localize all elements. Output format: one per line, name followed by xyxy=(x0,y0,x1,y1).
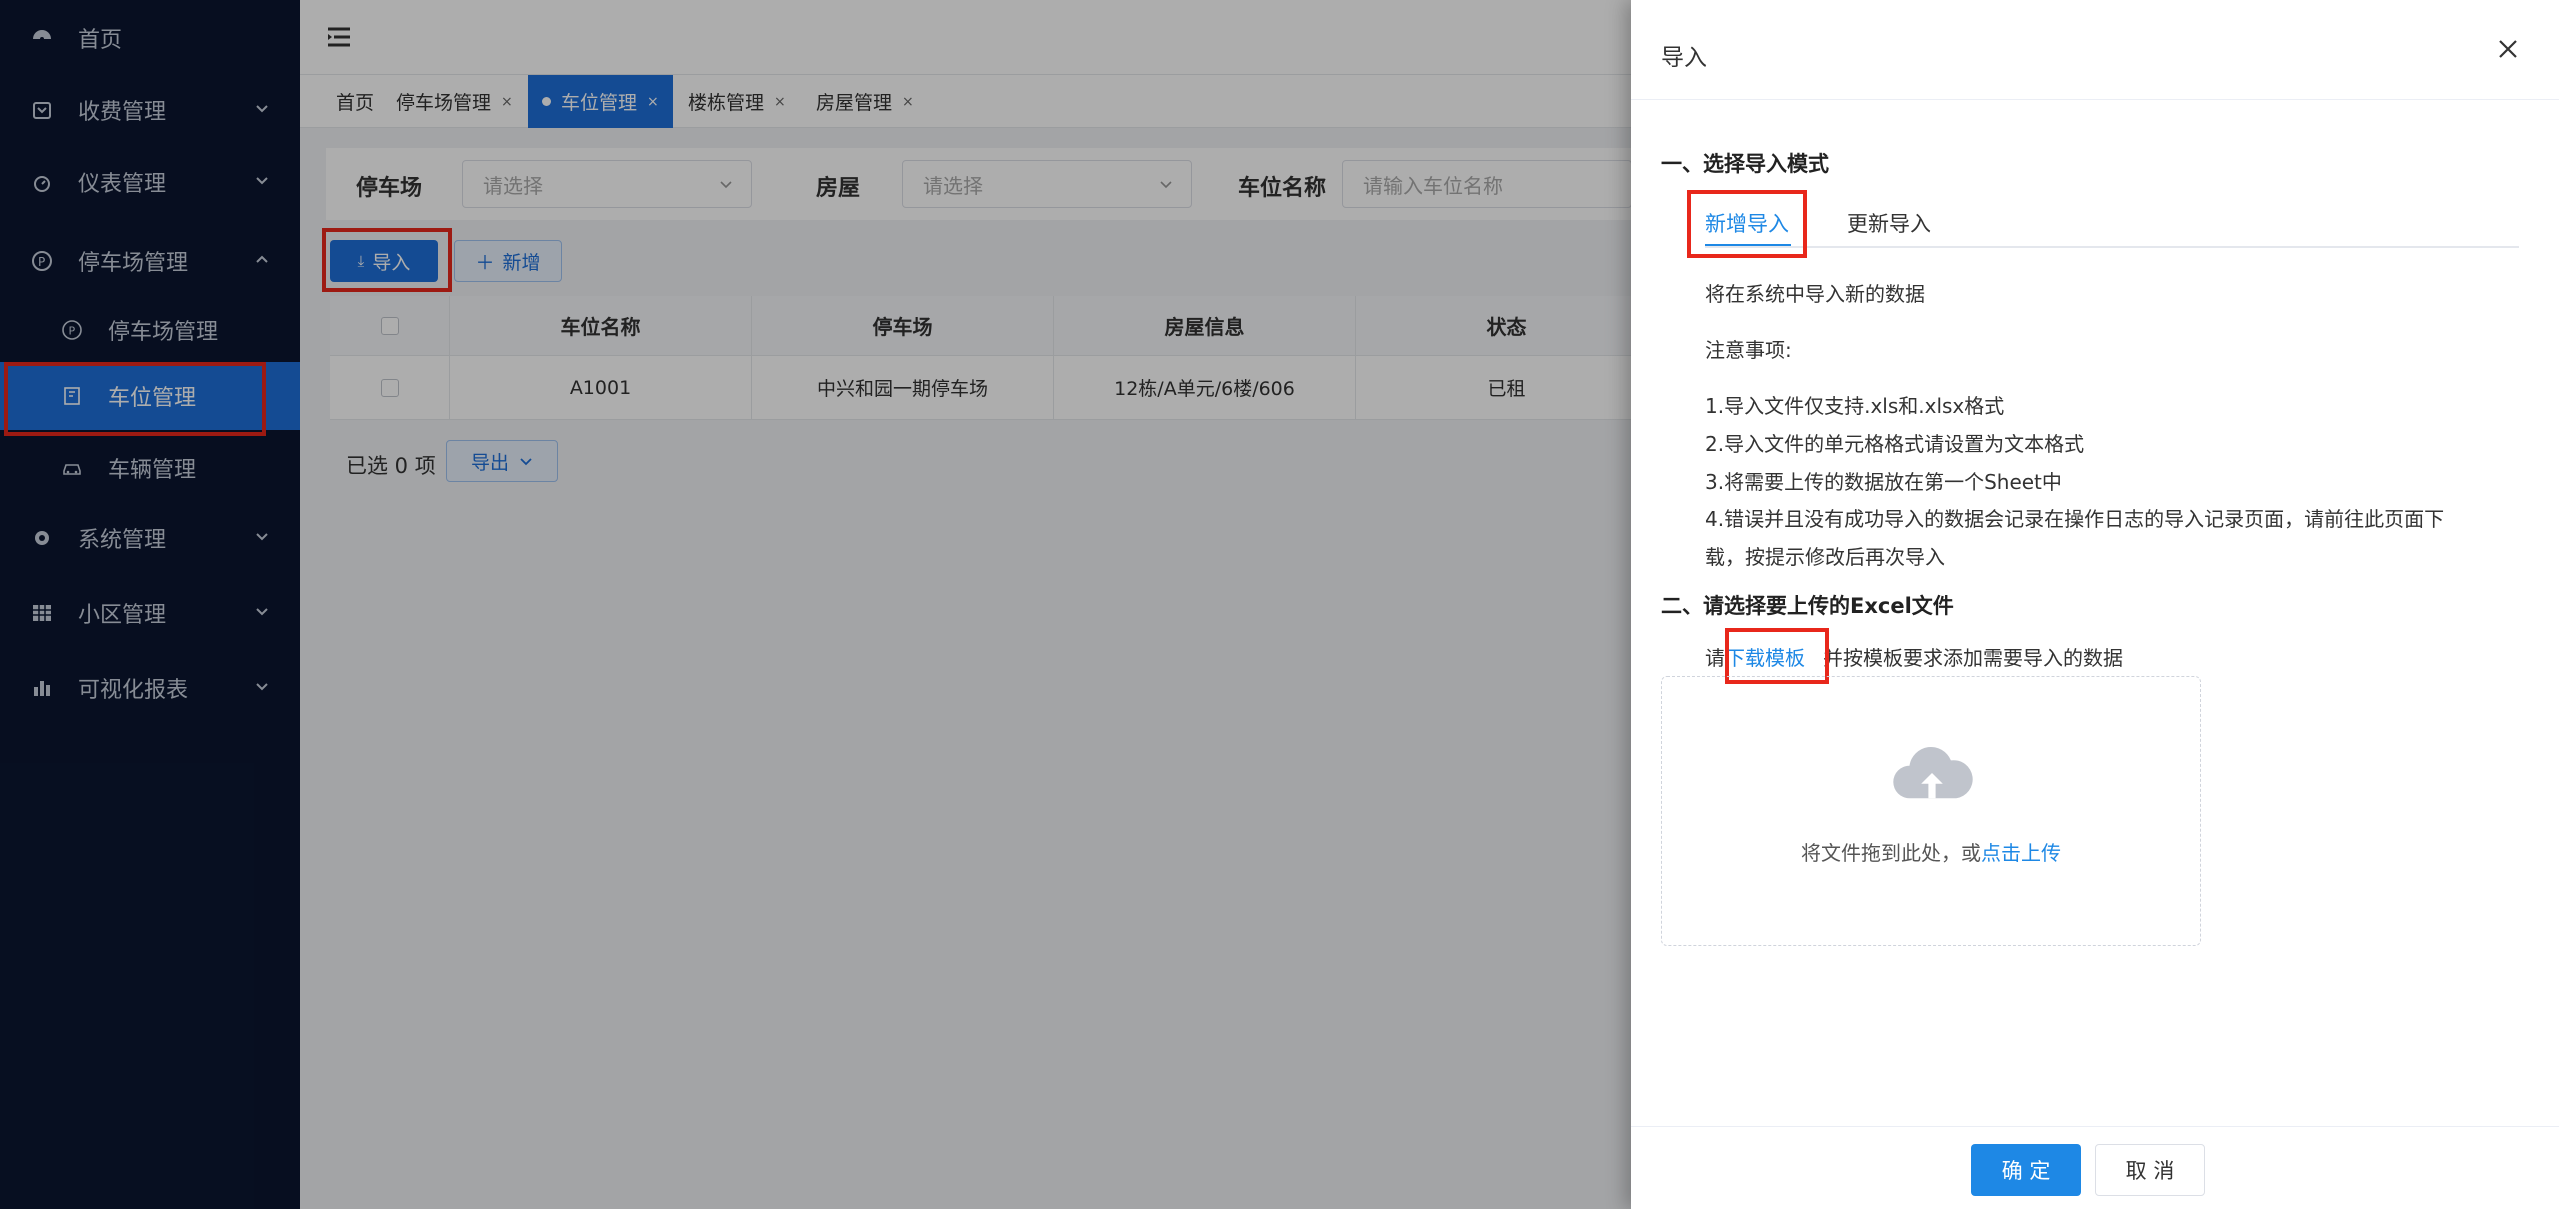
close-icon[interactable] xyxy=(2497,38,2519,60)
click-upload-link[interactable]: 点击上传 xyxy=(1981,841,2061,865)
cloud-upload-icon xyxy=(1893,747,1973,799)
mode-description: 将在系统中导入新的数据 xyxy=(1705,282,1925,306)
tab-new-import[interactable]: 新增导入 xyxy=(1705,208,1789,238)
import-drawer: 导入 一、选择导入模式 新增导入 更新导入 将在系统中导入新的数据 注意事项: … xyxy=(1631,0,2559,1209)
note-3: 3.将需要上传的数据放在第一个Sheet中 xyxy=(1705,470,2062,494)
cancel-button[interactable]: 取 消 xyxy=(2095,1144,2205,1196)
drawer-title: 导入 xyxy=(1661,45,1707,71)
drawer-header: 导入 xyxy=(1631,0,2559,100)
tab-update-import[interactable]: 更新导入 xyxy=(1847,208,1931,238)
drawer-footer: 确 定 取 消 xyxy=(1631,1126,2559,1209)
confirm-button[interactable]: 确 定 xyxy=(1971,1144,2081,1196)
notes-title: 注意事项: xyxy=(1705,338,1792,362)
note-4-cont: 载，按提示修改后再次导入 xyxy=(1705,545,1945,569)
tab-divider xyxy=(1705,246,2519,248)
download-template-link[interactable]: 下载模板 xyxy=(1725,646,1805,670)
upload-text: 将文件拖到此处，或点击上传 xyxy=(1801,841,2061,865)
download-hint: 请下载模板 并按模板要求添加需要导入的数据 xyxy=(1705,646,2123,670)
upload-dropzone[interactable]: 将文件拖到此处，或点击上传 xyxy=(1661,676,2201,946)
modal-overlay[interactable] xyxy=(0,0,1631,1209)
note-2: 2.导入文件的单元格格式请设置为文本格式 xyxy=(1705,432,2085,456)
note-1: 1.导入文件仅支持.xls和.xlsx格式 xyxy=(1705,394,2005,418)
note-4: 4.错误并且没有成功导入的数据会记录在操作日志的导入记录页面，请前往此页面下 xyxy=(1705,507,2445,531)
section-mode-title: 一、选择导入模式 xyxy=(1661,152,1829,176)
section-upload-title: 二、请选择要上传的Excel文件 xyxy=(1661,594,1954,618)
